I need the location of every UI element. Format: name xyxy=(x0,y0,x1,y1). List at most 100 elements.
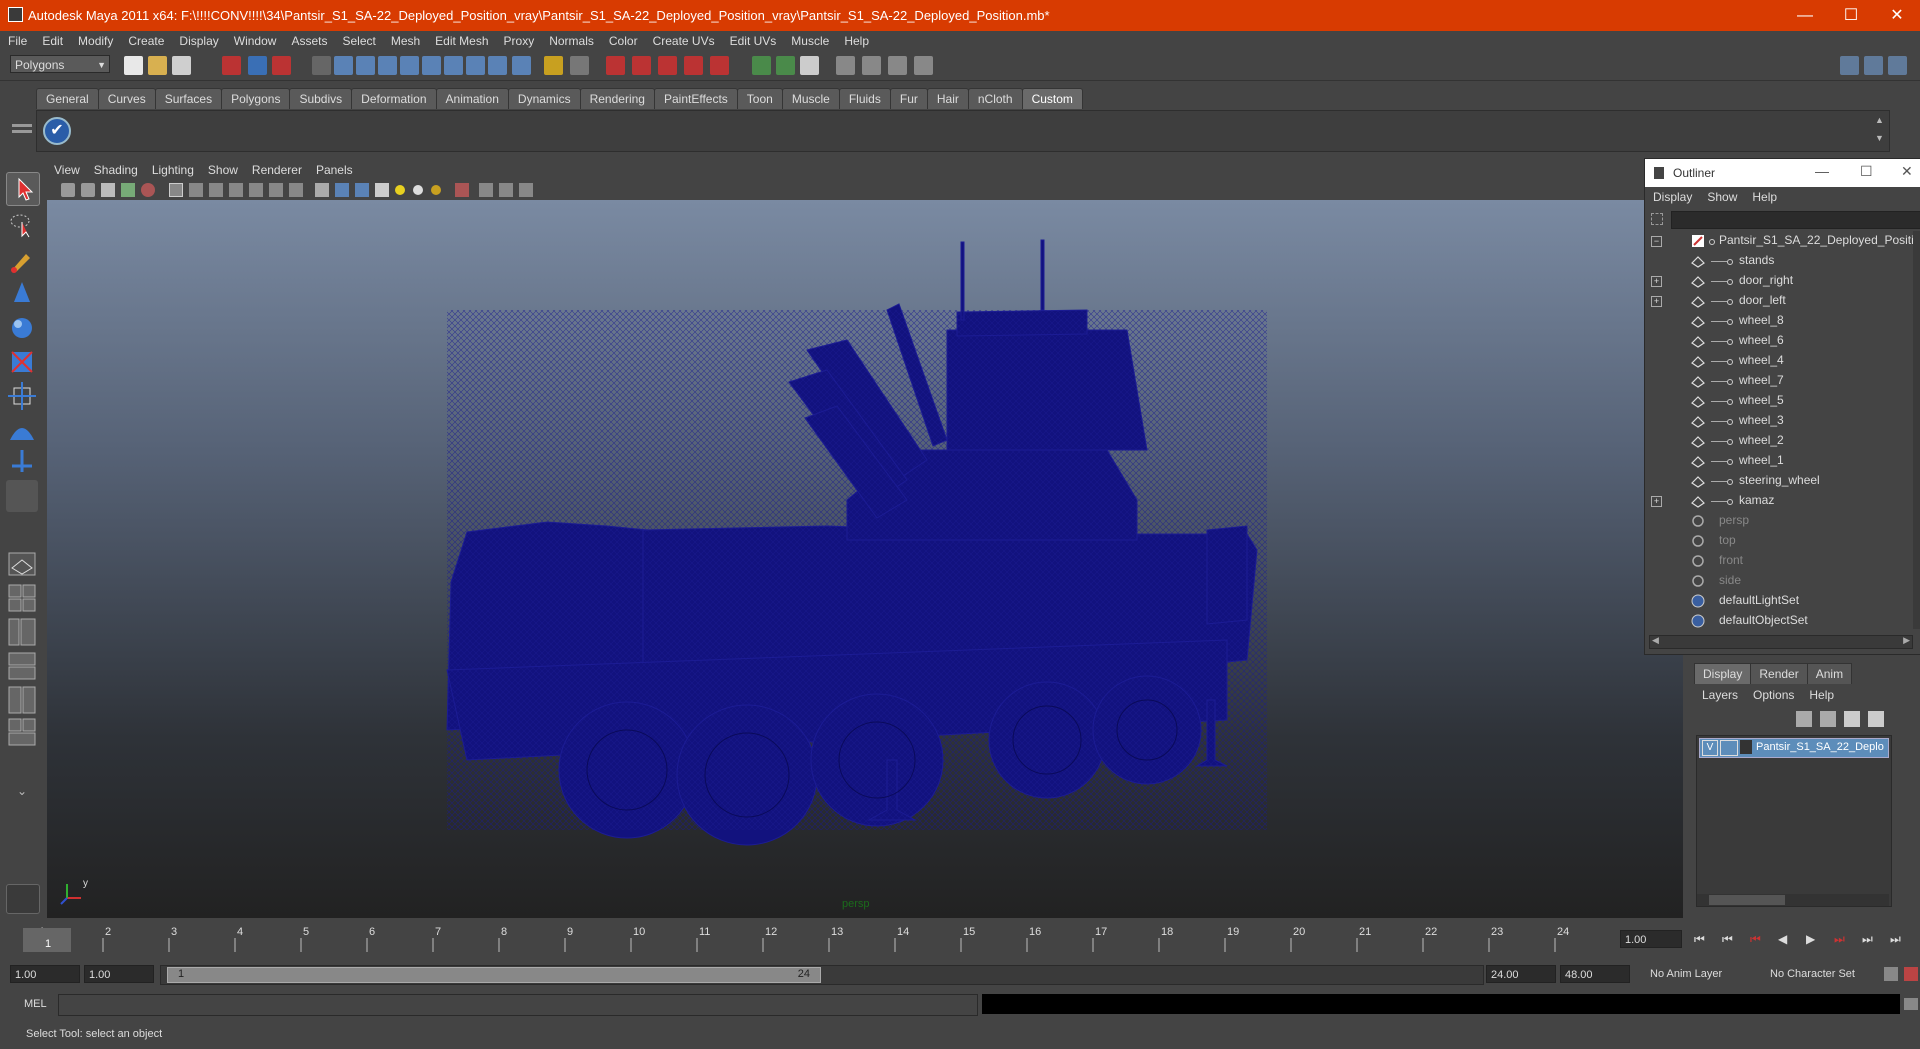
select-curves-icon[interactable] xyxy=(378,56,397,75)
menu-assets[interactable]: Assets xyxy=(283,31,334,51)
range-slider-handle[interactable]: 1 24 xyxy=(167,967,821,983)
shelf-scroll-up-icon[interactable]: ▲ xyxy=(1875,115,1885,125)
layer-tab-render[interactable]: Render xyxy=(1750,663,1808,684)
menu-edit[interactable]: Edit xyxy=(34,31,70,51)
outliner-menu-display[interactable]: Display xyxy=(1645,187,1699,207)
outliner-item[interactable]: defaultObjectSet xyxy=(1645,611,1915,629)
current-frame-marker[interactable]: 1 xyxy=(23,928,71,952)
layer-scroll-thumb[interactable] xyxy=(1709,895,1785,905)
shelf-scroll-down-icon[interactable]: ▼ xyxy=(1875,133,1885,143)
last-tool-slot[interactable] xyxy=(6,480,38,512)
viewport-menu-show[interactable]: Show xyxy=(201,160,245,180)
command-input[interactable] xyxy=(58,994,978,1016)
layer-menu-help[interactable]: Help xyxy=(1801,685,1841,705)
shadows-icon[interactable] xyxy=(431,185,441,195)
select-rendering-icon[interactable] xyxy=(466,56,485,75)
layer-color-swatch[interactable] xyxy=(1740,740,1752,754)
menu-modify[interactable]: Modify xyxy=(70,31,120,51)
image-plane-icon[interactable] xyxy=(121,183,135,197)
render-current-icon[interactable] xyxy=(862,56,881,75)
outliner-item[interactable]: wheel_4 xyxy=(1645,351,1915,371)
animation-start-field[interactable]: 1.00 xyxy=(10,965,80,983)
step-back-key-icon[interactable]: ⏮ xyxy=(1750,932,1761,947)
outliner-item[interactable]: wheel_6 xyxy=(1645,331,1915,351)
minimize-button[interactable]: — xyxy=(1782,0,1828,31)
layer-menu-layers[interactable]: Layers xyxy=(1694,685,1745,705)
scale-tool-icon[interactable] xyxy=(6,346,38,378)
select-component-icon[interactable] xyxy=(272,56,291,75)
anim-layer-selector[interactable]: No Anim Layer xyxy=(1646,965,1746,983)
make-live-icon[interactable] xyxy=(710,56,729,75)
mask-icon[interactable] xyxy=(312,56,331,75)
command-language-label[interactable]: MEL xyxy=(24,998,47,1010)
animation-preferences-icon[interactable] xyxy=(1904,967,1918,981)
shelf-tab-fur[interactable]: Fur xyxy=(889,88,928,109)
shelf-tab-custom[interactable]: Custom xyxy=(1021,88,1083,109)
menu-help[interactable]: Help xyxy=(836,31,876,51)
play-backwards-icon[interactable]: ◀ xyxy=(1778,932,1787,946)
shelf-tab-painteffects[interactable]: PaintEffects xyxy=(653,88,738,109)
safe-title-icon[interactable] xyxy=(289,183,303,197)
outliner-item[interactable]: persp xyxy=(1645,511,1915,531)
four-view-layout-icon[interactable] xyxy=(6,582,38,614)
shelf-tab-toon[interactable]: Toon xyxy=(736,88,783,109)
xray-joints-icon[interactable] xyxy=(499,183,513,197)
playback-start-field[interactable]: 1.00 xyxy=(84,965,154,983)
menu-normals[interactable]: Normals xyxy=(541,31,601,51)
outliner-item[interactable]: wheel_3 xyxy=(1645,411,1915,431)
outliner-item[interactable]: wheel_8 xyxy=(1645,311,1915,331)
save-scene-icon[interactable] xyxy=(172,56,191,75)
render-view-icon[interactable] xyxy=(836,56,855,75)
go-to-end-icon[interactable]: ⏭ xyxy=(1890,932,1901,947)
ipr-render-icon[interactable] xyxy=(888,56,907,75)
range-slider-track[interactable]: 1 24 xyxy=(160,965,1484,985)
film-gate-icon[interactable] xyxy=(189,183,203,197)
move-layer-up-icon[interactable] xyxy=(1796,711,1812,727)
outliner-item[interactable]: defaultLightSet xyxy=(1645,591,1915,611)
move-layer-down-icon[interactable] xyxy=(1820,711,1836,727)
expand-icon[interactable]: + xyxy=(1651,496,1662,507)
menu-display[interactable]: Display xyxy=(171,31,225,51)
hypershade-layout-icon[interactable] xyxy=(6,684,38,716)
outliner-item[interactable]: + door_left xyxy=(1645,291,1915,311)
soft-select-toggle-icon[interactable] xyxy=(6,884,40,914)
expand-icon[interactable]: + xyxy=(1651,276,1662,287)
shelf-tab-muscle[interactable]: Muscle xyxy=(781,88,840,109)
menu-edit-uvs[interactable]: Edit UVs xyxy=(722,31,784,51)
snap-view-plane-icon[interactable] xyxy=(684,56,703,75)
layer-menu-options[interactable]: Options xyxy=(1745,685,1801,705)
resolution-gate-icon[interactable] xyxy=(209,183,223,197)
smooth-shading-icon[interactable] xyxy=(335,183,349,197)
select-deformations-icon[interactable] xyxy=(422,56,441,75)
outliner-menu-show[interactable]: Show xyxy=(1699,187,1744,207)
viewport-menu-shading[interactable]: Shading xyxy=(87,160,145,180)
wireframe-shading-icon[interactable] xyxy=(315,183,329,197)
step-forward-frame-icon[interactable]: ⏭ xyxy=(1862,932,1873,947)
highlight-selection-icon[interactable] xyxy=(570,56,589,75)
gate-mask-icon[interactable] xyxy=(229,183,243,197)
bookmarks-icon[interactable] xyxy=(101,183,115,197)
new-scene-icon[interactable] xyxy=(124,56,143,75)
outliner-item[interactable]: wheel_2 xyxy=(1645,431,1915,451)
safe-action-icon[interactable] xyxy=(269,183,283,197)
show-manipulator-tool-icon[interactable] xyxy=(6,446,38,478)
field-chart-icon[interactable] xyxy=(249,183,263,197)
select-handles-icon[interactable] xyxy=(334,56,353,75)
select-dynamics-icon[interactable] xyxy=(444,56,463,75)
snap-grid-icon[interactable] xyxy=(606,56,625,75)
layer-tab-anim[interactable]: Anim xyxy=(1806,663,1853,684)
script-editor-icon[interactable] xyxy=(1904,998,1918,1010)
shelf-tab-curves[interactable]: Curves xyxy=(97,88,156,109)
select-hierarchy-icon[interactable] xyxy=(222,56,241,75)
output-ops-icon[interactable] xyxy=(776,56,795,75)
xray-icon[interactable] xyxy=(479,183,493,197)
lock-selection-icon[interactable] xyxy=(544,56,563,75)
layer-display-type-toggle[interactable] xyxy=(1720,740,1738,756)
play-forwards-icon[interactable]: ▶ xyxy=(1806,932,1815,946)
create-layer-from-selected-icon[interactable] xyxy=(1868,711,1884,727)
menu-window[interactable]: Window xyxy=(226,31,284,51)
character-set-selector[interactable]: No Character Set xyxy=(1766,965,1876,983)
move-tool-icon[interactable] xyxy=(6,278,38,310)
viewport-menu-panels[interactable]: Panels xyxy=(309,160,360,180)
shelf-tab-deformation[interactable]: Deformation xyxy=(351,88,437,109)
